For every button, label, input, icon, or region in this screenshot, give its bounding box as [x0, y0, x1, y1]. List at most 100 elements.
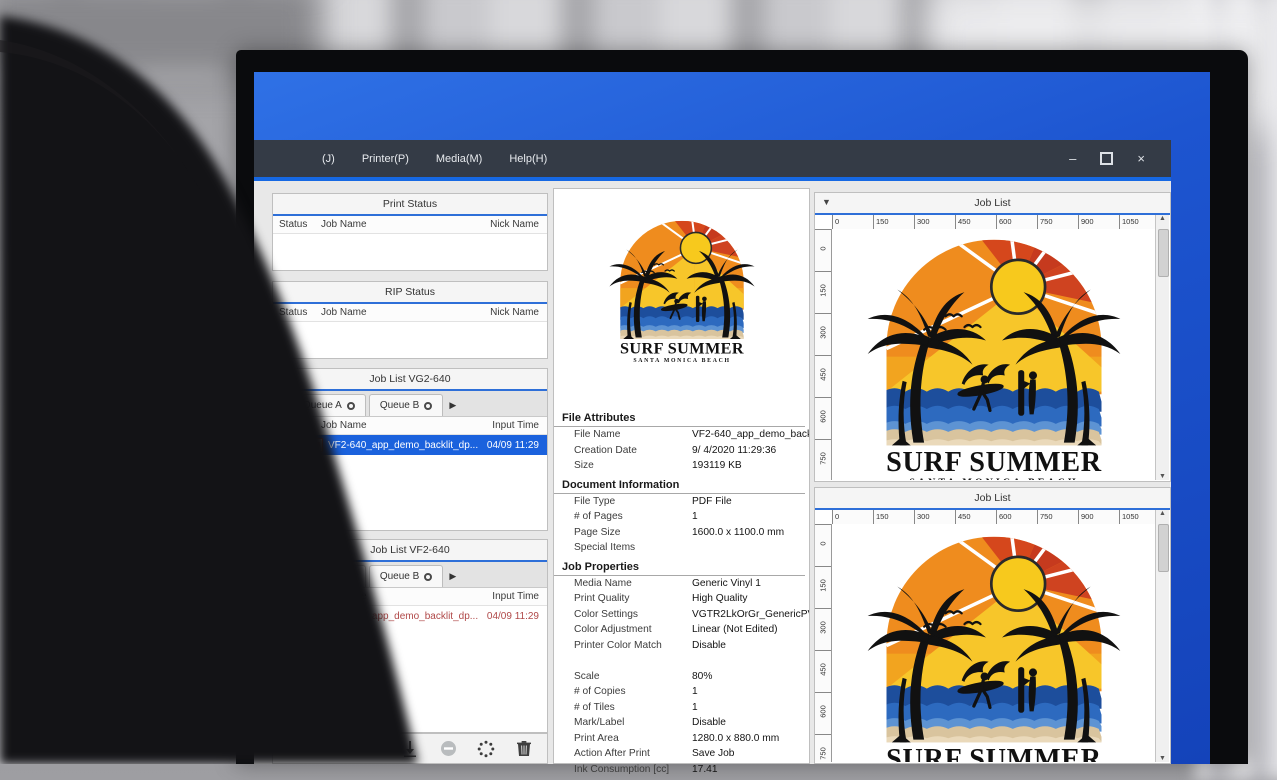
detail-value: VF2-640_app_demo_backli... — [692, 429, 809, 440]
job-details-panel: File Attributes File Name VF2-640_app_de… — [553, 188, 810, 764]
queue-settings-icon[interactable] — [347, 573, 355, 581]
section-title-document-information: Document Information — [554, 474, 805, 494]
tab-queue-a-label: Queue A — [303, 571, 342, 582]
chevron-down-icon[interactable]: ▼ — [822, 197, 831, 207]
col-status: Status — [273, 420, 321, 431]
detail-value: PDF File — [692, 496, 809, 507]
detail-label: Size — [554, 460, 692, 471]
ruler-tick: 750 — [1037, 215, 1078, 229]
detail-label: Action After Print — [554, 748, 692, 759]
detail-row: Media Name Generic Vinyl 1 — [554, 576, 809, 592]
detail-row: Printer Color Match Disable — [554, 638, 809, 654]
tab-queue-a[interactable]: Queue A — [292, 394, 366, 416]
processing-spinner-icon[interactable] — [477, 740, 495, 758]
detail-row: # of Copies 1 — [554, 684, 809, 700]
detail-value: 80% — [692, 671, 809, 682]
detail-value: Disable — [692, 640, 809, 651]
detail-label: Printer Color Match — [554, 640, 692, 651]
detail-row: File Name VF2-640_app_demo_backli... — [554, 427, 809, 443]
ruler-tick: 450 — [955, 215, 996, 229]
ruler-tick: 150 — [873, 215, 914, 229]
tab-scroll-right-icon[interactable]: ▶ — [446, 571, 461, 587]
detail-value: 1280.0 x 880.0 mm — [692, 733, 809, 744]
tab-scroll-right-icon[interactable]: ▶ — [446, 400, 461, 416]
scrollbar-up-icon[interactable]: ▲ — [1159, 510, 1166, 517]
queue-settings-icon[interactable] — [347, 402, 355, 410]
ruler-tick: 750 — [815, 439, 831, 480]
close-button[interactable]: × — [1137, 151, 1145, 166]
pause-job-icon[interactable] — [439, 740, 457, 758]
detail-row: Print Quality High Quality — [554, 591, 809, 607]
job-properties-rows: Media Name Generic Vinyl 1 Print Quality… — [554, 576, 809, 778]
detail-label: Print Area — [554, 733, 692, 744]
preview-scrollbar[interactable]: ▲ ▼ — [1155, 510, 1169, 762]
ruler-tick: 150 — [815, 271, 831, 313]
queue-settings-icon[interactable] — [424, 573, 432, 581]
section-title-job-properties: Job Properties — [554, 556, 805, 576]
detail-label: File Name — [554, 429, 692, 440]
preview-scrollbar[interactable]: ▲ ▼ — [1155, 215, 1169, 480]
job-list-preview-header[interactable]: Job List — [815, 488, 1170, 510]
col-status: Status — [273, 591, 321, 602]
detail-value: 1 — [692, 511, 809, 522]
detail-value: Linear (Not Edited) — [692, 624, 809, 635]
ruler-tick: 600 — [815, 692, 831, 734]
scrollbar-down-icon[interactable]: ▼ — [1159, 473, 1166, 480]
tab-queue-b[interactable]: Queue B — [369, 394, 443, 416]
scrollbar-thumb[interactable] — [1158, 229, 1169, 277]
horizontal-ruler: 015030045060075090010501200 — [832, 215, 1156, 230]
ruler-tick: 600 — [996, 215, 1037, 229]
scrollbar-down-icon[interactable]: ▼ — [1159, 755, 1166, 762]
menu-item[interactable]: (J) — [322, 153, 335, 165]
detail-value: 17.41 — [692, 764, 809, 775]
job-list-vf2-header[interactable]: Job List VF2-640 — [273, 540, 547, 562]
detail-row: Action After Print Save Job — [554, 746, 809, 762]
ruler-tick: 900 — [1078, 215, 1119, 229]
scrollbar-up-icon[interactable]: ▲ — [1159, 215, 1166, 222]
minimize-button[interactable]: – — [1069, 151, 1076, 166]
detail-value: 1 — [692, 702, 809, 713]
job-list-vg2-header[interactable]: ▼ Job List VG2-640 — [273, 369, 547, 391]
download-job-icon[interactable] — [401, 740, 419, 758]
detail-row: Scale 80% — [554, 669, 809, 685]
menu-item[interactable]: Help(H) — [509, 153, 547, 165]
menu-item[interactable]: Media(M) — [436, 153, 482, 165]
menu-item[interactable]: Printer(P) — [362, 153, 409, 165]
tab-scroll-left-icon[interactable]: ◀ — [277, 400, 292, 416]
tab-queue-a[interactable]: Queue A — [292, 565, 366, 587]
queue-settings-icon[interactable] — [424, 402, 432, 410]
ruler-tick: 450 — [815, 650, 831, 692]
col-jobname: Job Name — [321, 219, 490, 230]
tab-queue-a-label: Queue A — [303, 400, 342, 411]
detail-row — [554, 653, 809, 669]
job-name: VF2-640_app_demo_backlit_dp... — [328, 440, 478, 451]
maximize-button[interactable] — [1100, 152, 1113, 165]
detail-value: 193119 KB — [692, 460, 809, 471]
detail-label: Media Name — [554, 578, 692, 589]
artwork-preview-large — [846, 530, 1142, 762]
print-preview-canvas[interactable] — [832, 229, 1156, 480]
menu-bar: (J) Printer(P) Media(M) Help(H) — [254, 153, 547, 165]
chevron-down-icon[interactable]: ▼ — [280, 373, 289, 383]
ruler-tick: 450 — [955, 510, 996, 524]
job-list-preview-header[interactable]: ▼ Job List — [815, 193, 1170, 215]
print-preview-canvas[interactable] — [832, 524, 1156, 762]
detail-value: 9/ 4/2020 11:29:36 — [692, 445, 809, 456]
detail-label: Special Items — [554, 542, 692, 553]
col-status: Status — [273, 307, 321, 318]
col-inputtime: Input Time — [492, 420, 547, 431]
detail-label: Print Quality — [554, 593, 692, 604]
tab-queue-b[interactable]: Queue B — [369, 565, 443, 587]
ruler-tick: 900 — [1078, 510, 1119, 524]
delete-job-icon[interactable] — [515, 740, 533, 758]
tab-scroll-left-icon[interactable]: ◀ — [277, 571, 292, 587]
detail-value: Generic Vinyl 1 — [692, 578, 809, 589]
ruler-tick: 150 — [873, 510, 914, 524]
job-row-selected[interactable]: VF2-640_app_demo_backlit_dp... 04/09 11:… — [273, 435, 547, 455]
detail-label: Ink Consumption [cc] — [554, 764, 692, 775]
preview-section-top: ▼ Job List 015030045060075090010501200 0… — [814, 192, 1171, 482]
job-list-preview-title: Job List — [974, 492, 1010, 504]
scrollbar-thumb[interactable] — [1158, 524, 1169, 572]
job-row[interactable]: VF2-640_app_demo_backlit_dp... 04/09 11:… — [273, 606, 547, 626]
detail-row: Color Settings VGTR2LkOrGr_GenericPVC... — [554, 607, 809, 623]
